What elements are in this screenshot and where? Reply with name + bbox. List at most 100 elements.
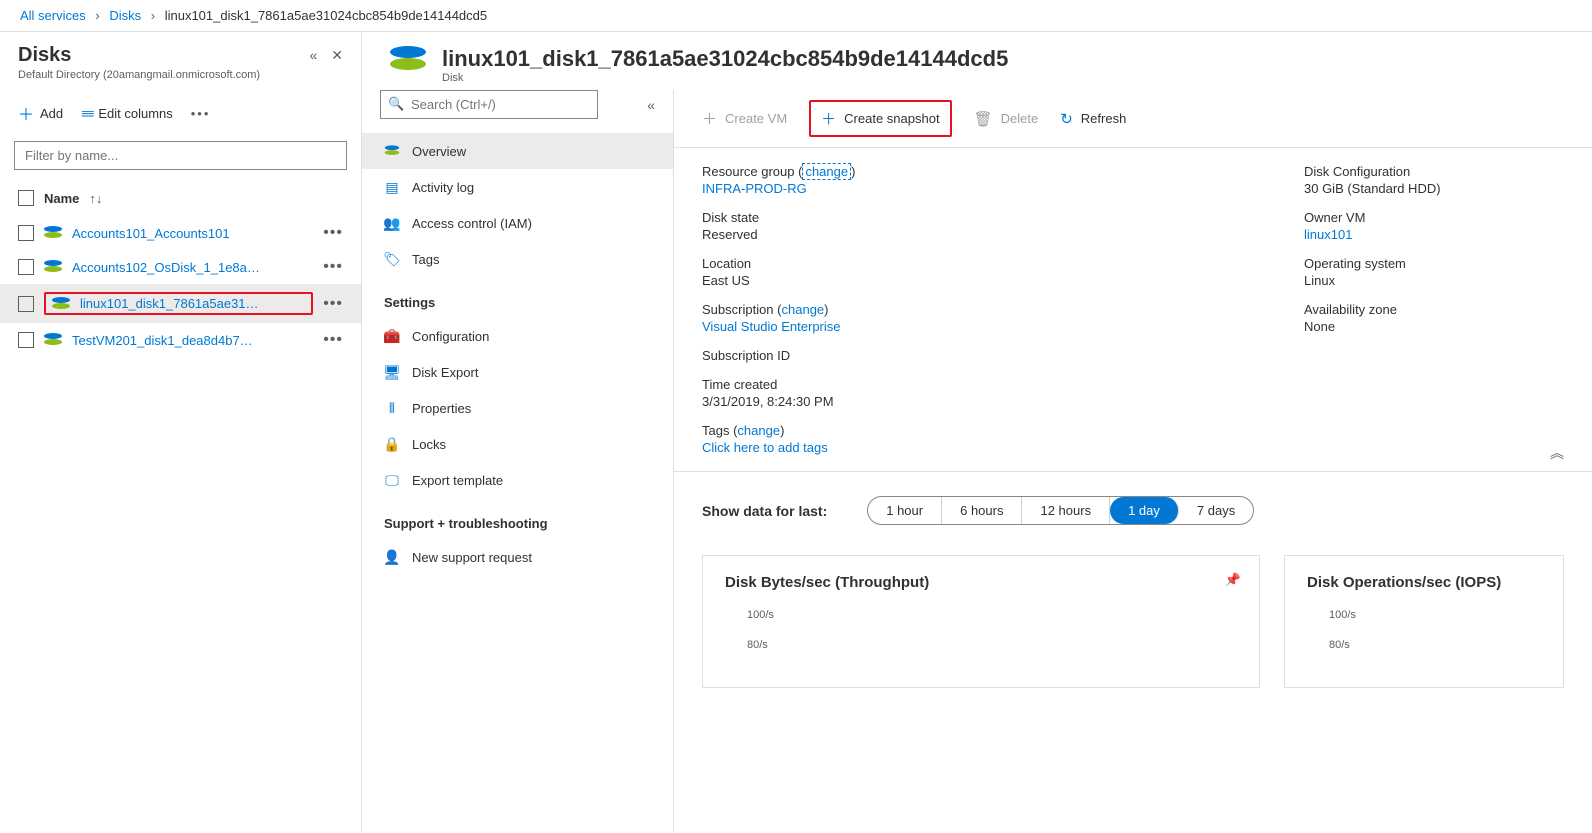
collapse-icon[interactable]: « [647, 97, 655, 113]
y-tick: 80/s [725, 639, 1237, 651]
add-label: Add [40, 106, 63, 121]
lock-icon: 🔒 [384, 436, 400, 452]
range-12hours[interactable]: 12 hours [1022, 497, 1110, 524]
owner-vm-link[interactable]: linux101 [1304, 227, 1352, 242]
checkbox[interactable] [18, 259, 34, 275]
disk-icon [384, 143, 400, 159]
time-label: Time created [702, 377, 855, 392]
disk-icon [52, 297, 70, 311]
subid-label: Subscription ID [702, 348, 855, 363]
nav-iam[interactable]: 👥 Access control (IAM) [362, 205, 673, 241]
breadcrumb-all-services[interactable]: All services [20, 8, 86, 23]
search-input[interactable] [380, 90, 598, 119]
y-tick: 80/s [1307, 639, 1541, 651]
nav-properties[interactable]: ⦀ Properties [362, 390, 673, 426]
plus-icon: ＋ [18, 101, 34, 125]
range-1day[interactable]: 1 day [1110, 497, 1179, 524]
panel-subtitle: Default Directory (20amangmail.onmicroso… [18, 69, 343, 81]
disk-icon [44, 333, 62, 347]
nav-overview[interactable]: Overview [362, 133, 673, 169]
breadcrumb-disks[interactable]: Disks [109, 8, 141, 23]
collapse-essentials-button[interactable]: ︽ [1550, 443, 1564, 463]
nav-locks[interactable]: 🔒 Locks [362, 426, 673, 462]
delete-button: 🗑 Delete [974, 110, 1039, 128]
az-value: None [1304, 319, 1564, 334]
row-more-button[interactable]: ••• [323, 331, 343, 349]
list-item[interactable]: Accounts101_Accounts101 ••• [0, 216, 361, 250]
disk-name: Accounts101_Accounts101 [72, 226, 313, 241]
throughput-chart[interactable]: Disk Bytes/sec (Throughput) 📌 100/s 80/s [702, 555, 1260, 688]
nav-label: Configuration [412, 329, 489, 344]
nav-configuration[interactable]: 🧰 Configuration [362, 318, 673, 354]
iops-chart[interactable]: Disk Operations/sec (IOPS) 100/s 80/s [1284, 555, 1564, 688]
change-tags-link[interactable]: change [737, 423, 780, 438]
show-data-label: Show data for last: [702, 503, 827, 519]
chart-title: Disk Bytes/sec (Throughput) [725, 574, 1237, 591]
checkbox[interactable] [18, 225, 34, 241]
disk-icon [44, 260, 62, 274]
create-vm-button: ＋ Create VM [702, 108, 787, 129]
nav-label: Properties [412, 401, 471, 416]
add-tags-link[interactable]: Click here to add tags [702, 440, 828, 455]
create-snapshot-button[interactable]: ＋ Create snapshot [809, 100, 951, 137]
disk-name: TestVM201_disk1_dea8d4b7… [72, 333, 313, 348]
checkbox[interactable] [18, 332, 34, 348]
range-6hours[interactable]: 6 hours [942, 497, 1022, 524]
y-tick: 100/s [1307, 609, 1541, 621]
command-bar: ＋ Create VM ＋ Create snapshot 🗑 Delete ↻… [674, 90, 1592, 148]
select-all-checkbox[interactable] [18, 190, 34, 206]
close-icon[interactable]: ✕ [331, 47, 343, 64]
list-item[interactable]: TestVM201_disk1_dea8d4b7… ••• [0, 323, 361, 357]
cmd-label: Create VM [725, 111, 787, 126]
people-icon: 👥 [384, 215, 400, 231]
list-item[interactable]: linux101_disk1_7861a5ae31… ••• [0, 284, 361, 323]
row-more-button[interactable]: ••• [323, 224, 343, 242]
rg-label: Resource group [702, 164, 795, 179]
nav-disk-export[interactable]: 🖥 Disk Export [362, 354, 673, 390]
essentials-panel: Resource group (change) INFRA-PROD-RG Di… [674, 148, 1592, 471]
change-sub-link[interactable]: change [782, 302, 825, 317]
nav-tags[interactable]: 🏷 Tags [362, 241, 673, 277]
sub-link[interactable]: Visual Studio Enterprise [702, 319, 841, 334]
list-item[interactable]: Accounts102_OsDisk_1_1e8a… ••• [0, 250, 361, 284]
panel-title: Disks [18, 44, 71, 67]
nav-activity-log[interactable]: ▤ Activity log [362, 169, 673, 205]
config-label: Disk Configuration [1304, 164, 1564, 179]
change-rg-link[interactable]: change [802, 163, 851, 180]
breadcrumb: All services › Disks › linux101_disk1_78… [0, 0, 1592, 32]
nav-label: Disk Export [412, 365, 478, 380]
more-button[interactable]: ••• [191, 106, 211, 121]
config-value: 30 GiB (Standard HDD) [1304, 181, 1564, 196]
sort-icon[interactable]: ↑↓ [89, 191, 102, 206]
pin-icon[interactable]: 📌 [1225, 572, 1241, 588]
template-icon: 🖵 [384, 472, 400, 488]
row-more-button[interactable]: ••• [323, 295, 343, 313]
edit-columns-label: Edit columns [98, 106, 172, 121]
checkbox[interactable] [18, 296, 34, 312]
add-button[interactable]: ＋ Add [18, 101, 63, 125]
nav-label: Locks [412, 437, 446, 452]
disk-icon [390, 46, 426, 74]
properties-icon: ⦀ [384, 400, 400, 416]
nav-label: Tags [412, 252, 439, 267]
list-header[interactable]: Name ↑↓ [0, 180, 361, 216]
breadcrumb-current: linux101_disk1_7861a5ae31024cbc854b9de14… [165, 8, 487, 23]
nav-support-request[interactable]: 👤 New support request [362, 539, 673, 575]
collapse-icon[interactable]: « [309, 47, 317, 64]
range-7days[interactable]: 7 days [1179, 497, 1253, 524]
nav-export-template[interactable]: 🖵 Export template [362, 462, 673, 498]
columns-icon: ≡≡ [81, 106, 92, 121]
os-label: Operating system [1304, 256, 1564, 271]
disk-name: linux101_disk1_7861a5ae31… [80, 296, 305, 311]
row-more-button[interactable]: ••• [323, 258, 343, 276]
range-1hour[interactable]: 1 hour [868, 497, 942, 524]
rg-link[interactable]: INFRA-PROD-RG [702, 181, 807, 196]
state-label: Disk state [702, 210, 855, 225]
log-icon: ▤ [384, 179, 400, 195]
refresh-button[interactable]: ↻ Refresh [1060, 110, 1126, 128]
disk-icon [44, 226, 62, 240]
edit-columns-button[interactable]: ≡≡ Edit columns [81, 106, 173, 121]
nav-group-support: Support + troubleshooting [362, 498, 673, 539]
filter-input[interactable] [14, 141, 347, 170]
sub-label: Subscription [702, 302, 774, 317]
